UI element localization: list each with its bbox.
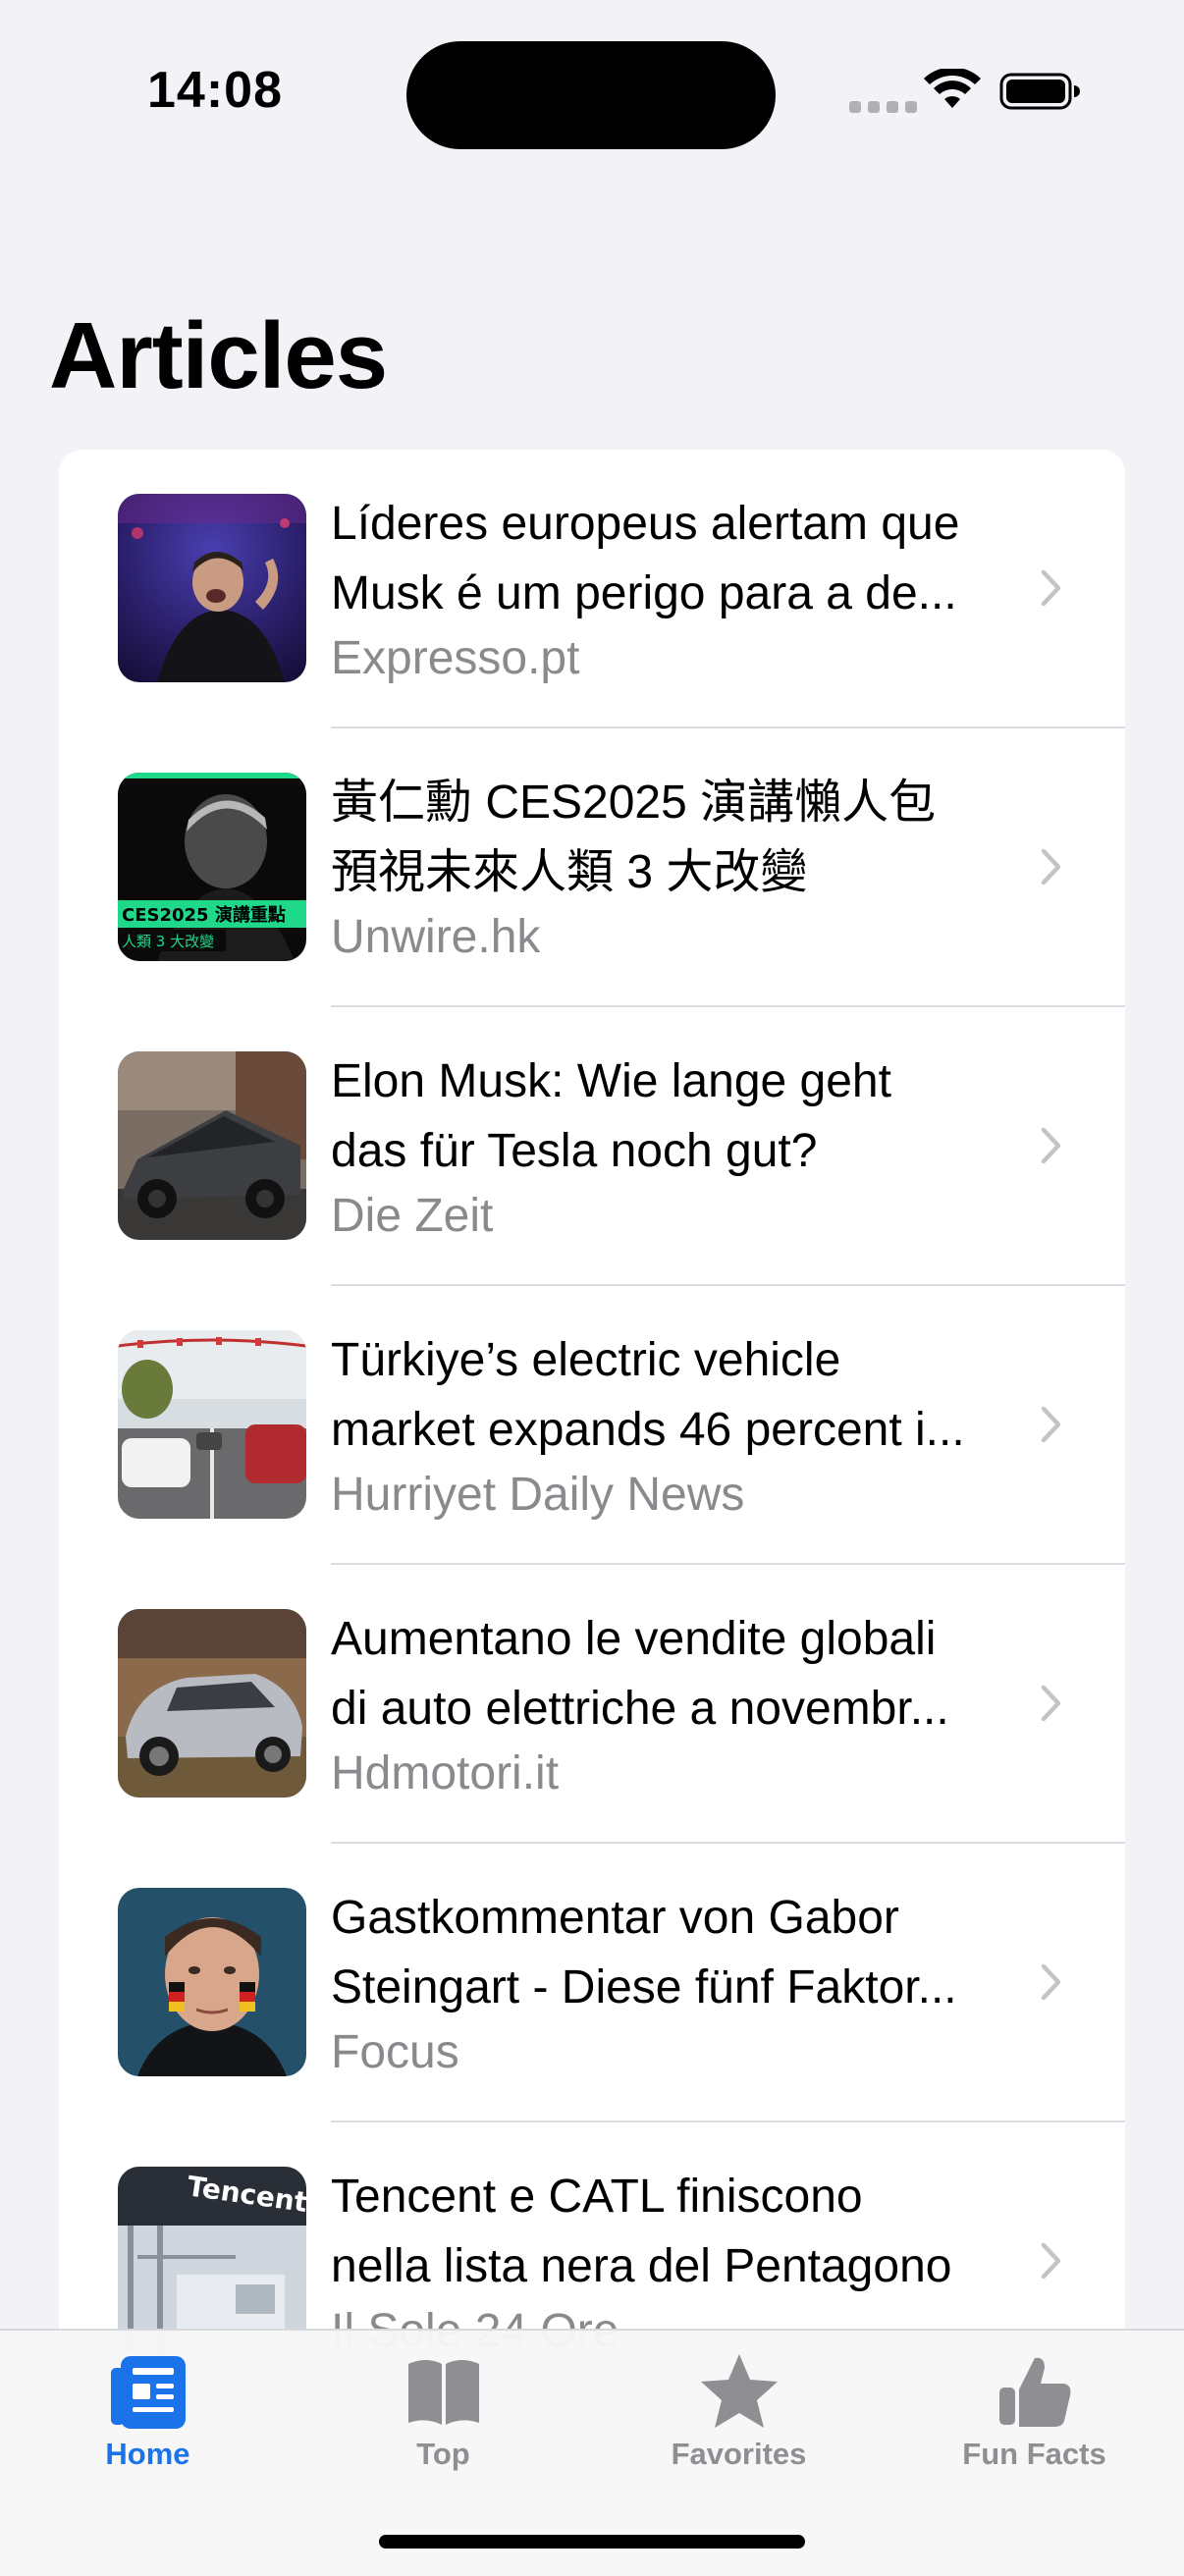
tencent-booth-photo: Tencent — [118, 2167, 306, 2355]
svg-text:人類 3 大改變: 人類 3 大改變 — [122, 933, 214, 950]
article-row[interactable]: Türkiye’s electric vehicle market expand… — [59, 1286, 1125, 1565]
article-thumbnail: Tencent — [118, 2167, 306, 2355]
tab-label: Home — [105, 2437, 190, 2471]
chevron-right-icon — [1041, 1406, 1061, 1443]
article-thumbnail — [118, 1888, 306, 2076]
article-title: Líderes europeus alertam que Musk é um p… — [331, 498, 960, 619]
article-source: Expresso.pt — [331, 632, 580, 684]
article-source: Die Zeit — [331, 1190, 494, 1242]
tab-fun-facts[interactable]: Fun Facts — [887, 2331, 1182, 2507]
article-row[interactable]: Líderes europeus alertam que Musk é um p… — [59, 450, 1125, 728]
star-icon — [700, 2354, 778, 2428]
musk-stage-photo — [118, 494, 306, 682]
book-icon — [407, 2360, 479, 2425]
svg-text:CES2025 演講重點: CES2025 演講重點 — [122, 904, 286, 926]
article-title: Aumentano le vendite globali di auto ele… — [331, 1613, 949, 1735]
page-title: Articles — [49, 303, 388, 408]
article-source: Focus — [331, 2026, 459, 2078]
battery-icon — [999, 73, 1080, 110]
musk-portrait-photo — [118, 1888, 306, 2076]
article-title: Tencent e CATL finiscono nella lista ner… — [331, 2171, 952, 2292]
article-thumbnail — [118, 1051, 306, 1240]
status-time: 14:08 — [147, 62, 283, 119]
home-indicator[interactable] — [379, 2535, 805, 2549]
newspaper-icon — [110, 2356, 186, 2429]
tab-label: Favorites — [671, 2437, 807, 2471]
silver-suv-photo — [118, 1609, 306, 1798]
article-row[interactable]: CES2025 演講重點 人類 3 大改變 黃仁勳 CES2025 演講懶人包 … — [59, 728, 1125, 1007]
article-title: Elon Musk: Wie lange geht das für Tesla … — [331, 1055, 891, 1177]
cellular-signal-icon — [849, 101, 917, 113]
chevron-right-icon — [1041, 1685, 1061, 1722]
chevron-right-icon — [1041, 2242, 1061, 2280]
chevron-right-icon — [1041, 1127, 1061, 1164]
tab-home[interactable]: Home — [0, 2331, 296, 2507]
tab-label: Top — [416, 2437, 470, 2471]
jensen-huang-ces-thumbnail: CES2025 演講重點 人類 3 大改變 — [118, 773, 306, 961]
article-thumbnail — [118, 1330, 306, 1519]
article-list: Líderes europeus alertam que Musk é um p… — [59, 450, 1125, 2393]
article-source: Unwire.hk — [331, 911, 541, 963]
article-thumbnail: CES2025 演講重點 人類 3 大改變 — [118, 773, 306, 961]
tab-top[interactable]: Top — [296, 2331, 591, 2507]
wifi-icon — [924, 69, 981, 108]
article-thumbnail — [118, 494, 306, 682]
article-title: Türkiye’s electric vehicle market expand… — [331, 1334, 965, 1456]
article-source: Hurriyet Daily News — [331, 1469, 745, 1521]
article-row[interactable]: Gastkommentar von Gabor Steingart - Dies… — [59, 1844, 1125, 2122]
article-row[interactable]: Elon Musk: Wie lange geht das für Tesla … — [59, 1007, 1125, 1286]
cybertruck-photo — [118, 1051, 306, 1240]
tab-favorites[interactable]: Favorites — [591, 2331, 887, 2507]
status-bar: 14:08 — [0, 0, 1184, 187]
dynamic-island — [406, 41, 776, 149]
article-row[interactable]: Aumentano le vendite globali di auto ele… — [59, 1565, 1125, 1844]
chevron-right-icon — [1041, 569, 1061, 607]
article-title: Gastkommentar von Gabor Steingart - Dies… — [331, 1892, 957, 2013]
tab-label: Fun Facts — [962, 2437, 1106, 2471]
chevron-right-icon — [1041, 1963, 1061, 2001]
article-source: Hdmotori.it — [331, 1747, 560, 1799]
article-thumbnail — [118, 1609, 306, 1798]
chevron-right-icon — [1041, 848, 1061, 886]
thumbs-up-icon — [998, 2357, 1070, 2427]
street-traffic-photo — [118, 1330, 306, 1519]
article-title: 黃仁勳 CES2025 演講懶人包 預視未來人類 3 大改變 — [331, 777, 937, 898]
